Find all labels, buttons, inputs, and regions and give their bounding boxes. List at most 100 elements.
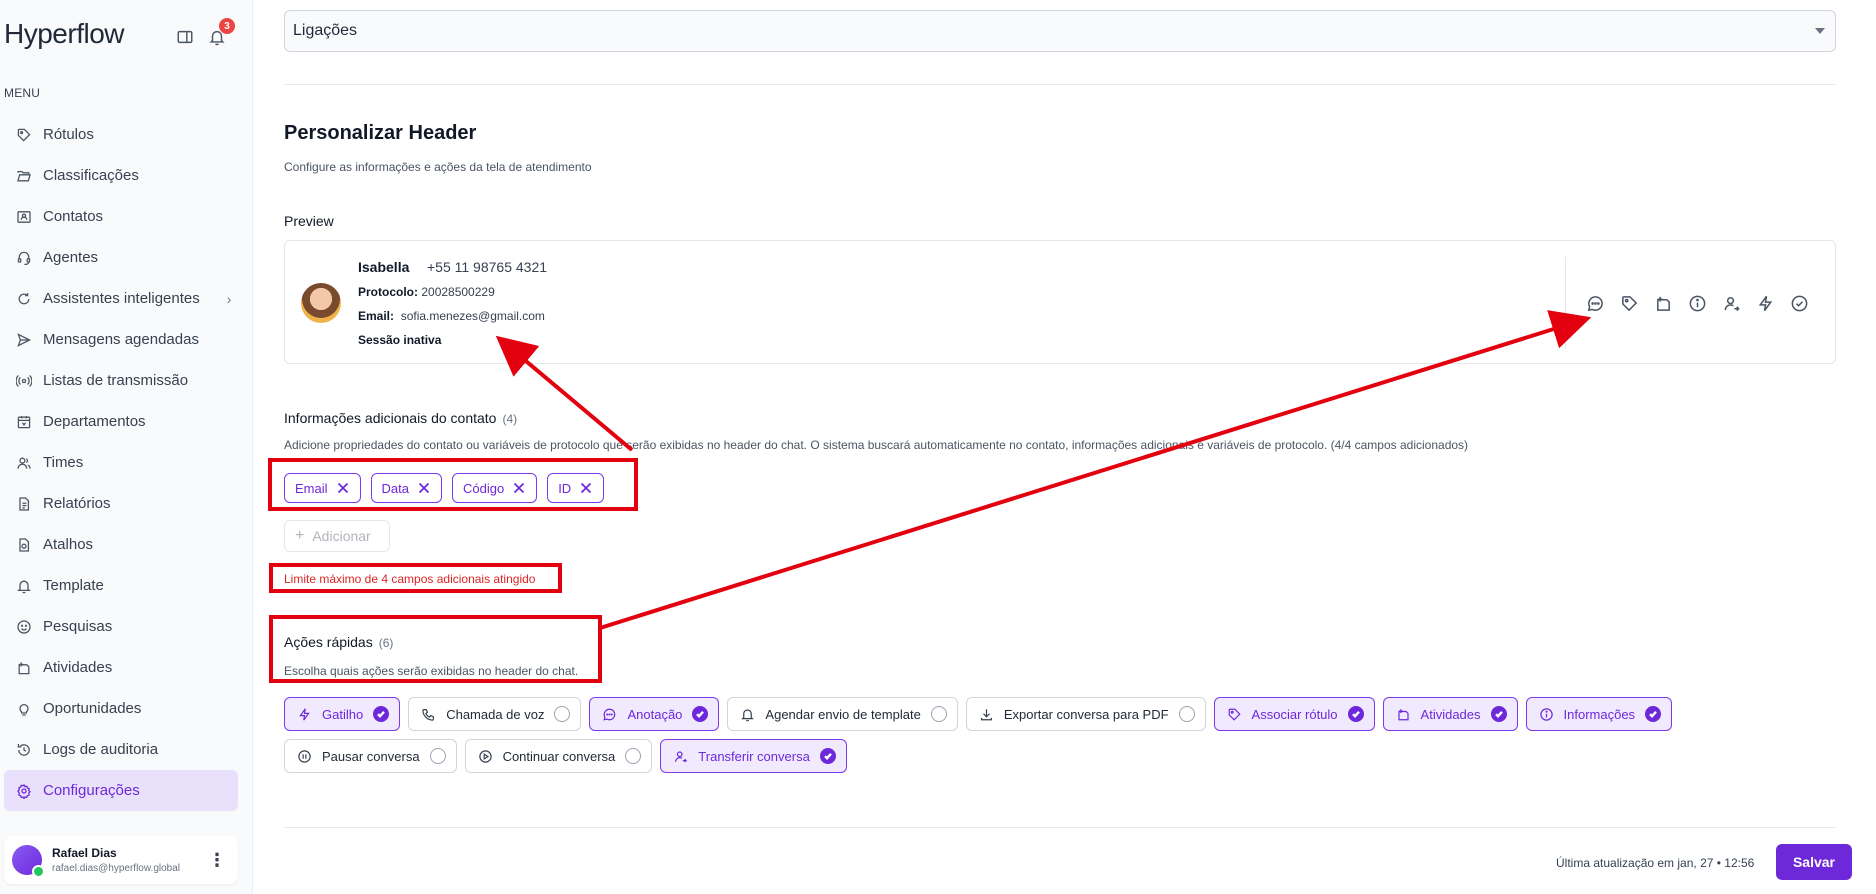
sidebar-item-listas-de-transmissao[interactable]: Listas de transmissão: [4, 360, 238, 401]
quick-action-atividades[interactable]: Atividades: [1382, 697, 1518, 731]
sidebar-item-template[interactable]: Template: [4, 565, 238, 606]
refresh-bot-icon: [16, 291, 32, 307]
add-field-button[interactable]: + Adicionar: [284, 520, 390, 552]
checked-radio-icon[interactable]: [1347, 706, 1364, 722]
sidebar-item-label: Template: [43, 577, 104, 594]
unchecked-radio-icon[interactable]: [1178, 706, 1195, 722]
folder-open-icon: [16, 168, 32, 184]
contact-card-icon: [16, 209, 32, 225]
sidebar-item-configuracoes[interactable]: Configurações: [4, 770, 238, 811]
annotation-box-chips: [268, 458, 638, 511]
sidebar-item-agentes[interactable]: Agentes: [4, 237, 238, 278]
info-icon: [1539, 707, 1554, 722]
bell-icon: [740, 707, 755, 722]
quick-action-gatilho[interactable]: Gatilho: [284, 697, 401, 731]
quick-action-label: Informações: [1563, 706, 1636, 722]
sidebar-item-rotulos[interactable]: Rótulos: [4, 114, 238, 155]
info-icon[interactable]: [1688, 294, 1707, 313]
preview-actions: [1565, 257, 1837, 349]
checked-radio-icon[interactable]: [373, 706, 390, 722]
save-button[interactable]: Salvar: [1776, 844, 1852, 880]
download-icon: [979, 707, 994, 722]
sidebar-item-logs-de-auditoria[interactable]: Logs de auditoria: [4, 729, 238, 770]
user-card[interactable]: Rafael Dias rafael.dias@hyperflow.global…: [4, 836, 238, 884]
quick-action-chamada-de-voz[interactable]: Chamada de voz: [408, 697, 582, 731]
menu-title: MENU: [4, 86, 41, 100]
sidebar-item-oportunidades[interactable]: Oportunidades: [4, 688, 238, 729]
activities-icon[interactable]: [1654, 294, 1673, 313]
sidebar-item-label: Atividades: [43, 659, 113, 676]
sidebar-item-assistentes-inteligentes[interactable]: Assistentes inteligentes ›: [4, 278, 238, 319]
quick-action-label: Gatilho: [322, 706, 364, 722]
unchecked-radio-icon[interactable]: [625, 748, 642, 764]
protocol-line: Protocolo: 20028500229: [358, 285, 495, 299]
contact-name: Isabella: [358, 259, 410, 275]
quick-action-exportar-conversa-para-pdf[interactable]: Exportar conversa para PDF: [965, 697, 1206, 731]
bolt-icon[interactable]: [1756, 294, 1775, 313]
sidebar-item-mensagens-agendadas[interactable]: Mensagens agendadas: [4, 319, 238, 360]
divider: [284, 84, 1836, 85]
panel-toggle-icon[interactable]: [176, 28, 194, 51]
page-subtitle: Configure as informações e ações da tela…: [284, 160, 592, 174]
notification-badge: 3: [219, 18, 235, 34]
channel-select[interactable]: Ligações: [284, 10, 1836, 52]
sidebar-item-label: Classificações: [43, 167, 139, 184]
chat-bubble-icon[interactable]: [1586, 294, 1605, 313]
quick-action-label: Associar rótulo: [1251, 706, 1338, 722]
user-transfer-icon[interactable]: [1722, 294, 1741, 313]
sidebar-item-label: Logs de auditoria: [43, 741, 159, 758]
sidebar-item-label: Oportunidades: [43, 700, 142, 717]
sidebar-item-label: Atalhos: [43, 536, 94, 553]
checked-radio-icon[interactable]: [1645, 706, 1662, 722]
activities-icon: [1396, 707, 1411, 722]
sidebar-item-classificacoes[interactable]: Classificações: [4, 155, 238, 196]
checked-radio-icon[interactable]: [692, 706, 709, 722]
tag-icon[interactable]: [1620, 294, 1639, 313]
email-label: Email:: [358, 309, 395, 323]
tag-icon: [16, 127, 32, 143]
shortcut-doc-icon: [16, 537, 32, 553]
quick-action-transferir-conversa[interactable]: Transferir conversa: [660, 739, 847, 773]
sidebar-item-atalhos[interactable]: Atalhos: [4, 524, 238, 565]
quick-actions-row: Gatilho Chamada de voz Anotação Agendar env…: [284, 697, 1836, 731]
check-circle-icon[interactable]: [1790, 294, 1809, 313]
protocol-value: 20028500229: [421, 285, 495, 299]
unchecked-radio-icon[interactable]: [429, 748, 446, 764]
user-email: rafael.dias@hyperflow.global: [52, 863, 181, 874]
gear-icon: [16, 783, 32, 799]
checked-radio-icon[interactable]: [819, 748, 836, 764]
sidebar-item-label: Mensagens agendadas: [43, 331, 199, 348]
annotation-box-quick-actions: [269, 615, 602, 683]
bolt-icon: [297, 707, 312, 722]
checked-radio-icon[interactable]: [1490, 706, 1507, 722]
sidebar-item-departamentos[interactable]: Departamentos: [4, 401, 238, 442]
notifications-button[interactable]: 3: [208, 18, 235, 51]
user-transfer-icon: [673, 749, 688, 764]
user-name: Rafael Dias: [52, 846, 117, 860]
history-icon: [16, 742, 32, 758]
quick-action-informacoes[interactable]: Informações: [1525, 697, 1673, 731]
plus-icon: +: [295, 527, 305, 544]
sidebar-item-atividades[interactable]: Atividades: [4, 647, 238, 688]
sidebar-nav: Rótulos Classificações Contatos Agentes Assi…: [4, 114, 238, 811]
quick-action-label: Chamada de voz: [446, 706, 545, 722]
sidebar-item-relatorios[interactable]: Relatórios: [4, 483, 238, 524]
quick-action-associar-rotulo[interactable]: Associar rótulo: [1213, 697, 1375, 731]
app-logo[interactable]: Hyperflow: [4, 18, 124, 50]
quick-action-label: Pausar conversa: [322, 748, 420, 764]
more-options-icon[interactable]: ⋮: [208, 850, 226, 871]
unchecked-radio-icon[interactable]: [930, 706, 947, 722]
lightbulb-icon: [16, 701, 32, 717]
quick-action-anotacao[interactable]: Anotação: [589, 697, 720, 731]
quick-action-pausar-conversa[interactable]: Pausar conversa: [284, 739, 457, 773]
activities-icon: [16, 660, 32, 676]
unchecked-radio-icon[interactable]: [554, 706, 571, 722]
sidebar-item-times[interactable]: Times: [4, 442, 238, 483]
sidebar-item-label: Contatos: [43, 208, 104, 225]
quick-action-continuar-conversa[interactable]: Continuar conversa: [464, 739, 653, 773]
quick-action-agendar-envio-de-template[interactable]: Agendar envio de template: [727, 697, 958, 731]
sidebar-item-pesquisas[interactable]: Pesquisas: [4, 606, 238, 647]
sidebar-item-label: Times: [43, 454, 84, 471]
sidebar-item-contatos[interactable]: Contatos: [4, 196, 238, 237]
report-icon: [16, 496, 32, 512]
